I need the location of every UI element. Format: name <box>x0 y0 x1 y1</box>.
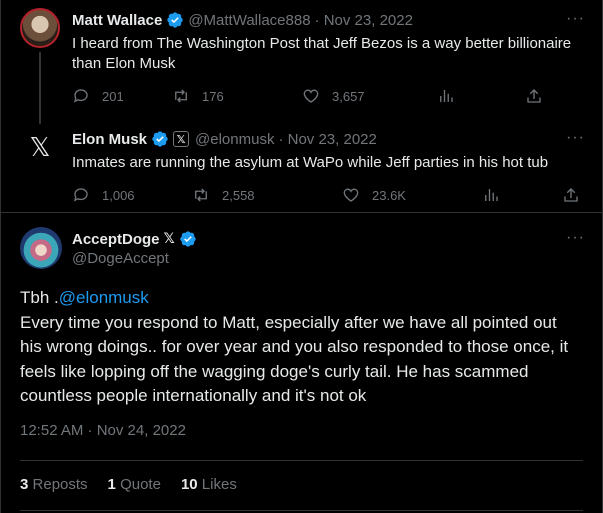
tweet-header: Elon Musk 𝕏 @elonmusk · Nov 23, 2022 <box>72 130 377 148</box>
author-block: AcceptDoge 𝕏 @DogeAccept <box>72 230 197 267</box>
author-handle[interactable]: @elonmusk <box>195 131 274 148</box>
author-handle[interactable]: @MattWallace888 <box>188 12 310 29</box>
tweet-actions: 201 176 3,657 <box>72 87 585 105</box>
heart-icon <box>343 188 359 202</box>
likes-stat[interactable]: 10 Likes <box>181 476 237 493</box>
avatar[interactable] <box>20 8 60 48</box>
reply-button[interactable]: 201 <box>72 87 172 105</box>
reply-icon <box>73 89 88 103</box>
avatar[interactable] <box>20 227 62 269</box>
tweet-text: I heard from The Washington Post that Je… <box>72 35 572 72</box>
like-button[interactable]: 3,657 <box>302 87 437 105</box>
repost-button[interactable]: 2,558 <box>192 186 342 204</box>
author-name[interactable]: Elon Musk <box>72 131 147 148</box>
tweet-date[interactable]: · Nov 23, 2022 <box>315 12 413 29</box>
share-icon <box>527 89 541 103</box>
text-prefix: Tbh . <box>20 288 59 307</box>
repost-count: 176 <box>202 88 224 104</box>
reply-count: 1,006 <box>102 187 135 203</box>
text-body: Every time you respond to Matt, especial… <box>20 312 569 406</box>
reposts-stat[interactable]: 3 Reposts <box>20 476 88 493</box>
share-button[interactable] <box>562 186 580 204</box>
verified-badge-icon <box>180 231 196 247</box>
more-options-icon[interactable]: ··· <box>566 229 585 247</box>
like-count: 3,657 <box>332 88 365 104</box>
reply-icon <box>73 188 88 202</box>
avatar[interactable]: 𝕏 <box>20 128 60 168</box>
tweet-text: Inmates are running the asylum at WaPo w… <box>72 154 549 171</box>
engagement-stats: 3 Reposts 1 Quote 10 Likes <box>20 476 237 493</box>
quotes-stat[interactable]: 1 Quote <box>108 476 161 493</box>
tweet-actions: 1,006 2,558 23.6K <box>72 186 585 204</box>
divider <box>20 460 583 461</box>
share-icon <box>564 188 578 202</box>
share-button[interactable] <box>525 87 543 105</box>
tweet-text: Tbh .@elonmusk Every time you respond to… <box>20 286 583 409</box>
repost-count: 2,558 <box>222 187 255 203</box>
views-icon <box>485 189 498 201</box>
author-name[interactable]: Matt Wallace <box>72 12 162 29</box>
x-name-badge-icon: 𝕏 <box>163 231 175 247</box>
tweet-elon-musk[interactable]: 𝕏 Elon Musk 𝕏 @elonmusk · Nov 23, 2022 ·… <box>0 116 603 210</box>
views-button[interactable] <box>482 186 562 204</box>
verified-badge-icon <box>152 131 168 147</box>
thread-connector <box>39 116 41 124</box>
heart-icon <box>303 89 319 103</box>
more-options-icon[interactable]: ··· <box>566 10 585 28</box>
mention-link[interactable]: @elonmusk <box>59 288 149 307</box>
repost-icon <box>175 89 187 103</box>
repost-button[interactable]: 176 <box>172 87 302 105</box>
tweet-matt-wallace[interactable]: Matt Wallace @MattWallace888 · Nov 23, 2… <box>0 0 603 116</box>
views-icon <box>440 90 453 102</box>
x-logo-icon: 𝕏 <box>29 133 51 163</box>
tweet-date[interactable]: · Nov 23, 2022 <box>278 131 376 148</box>
reply-button[interactable]: 1,006 <box>72 186 192 204</box>
repost-icon <box>195 188 207 202</box>
tweet-header: Matt Wallace @MattWallace888 · Nov 23, 2… <box>72 11 413 29</box>
main-tweet[interactable]: AcceptDoge 𝕏 @DogeAccept ··· Tbh .@elonm… <box>0 213 603 513</box>
like-button[interactable]: 23.6K <box>342 186 482 204</box>
thread-connector <box>39 52 41 116</box>
affiliate-x-badge-icon: 𝕏 <box>173 131 190 147</box>
author-name[interactable]: AcceptDoge <box>72 231 160 248</box>
reply-count: 201 <box>102 88 124 104</box>
author-handle[interactable]: @DogeAccept <box>72 250 197 267</box>
views-button[interactable] <box>437 87 525 105</box>
verified-badge-icon <box>167 12 183 28</box>
more-options-icon[interactable]: ··· <box>566 129 585 147</box>
divider <box>20 510 583 511</box>
like-count: 23.6K <box>372 187 406 203</box>
tweet-timestamp[interactable]: 12:52 AM · Nov 24, 2022 <box>20 422 186 439</box>
